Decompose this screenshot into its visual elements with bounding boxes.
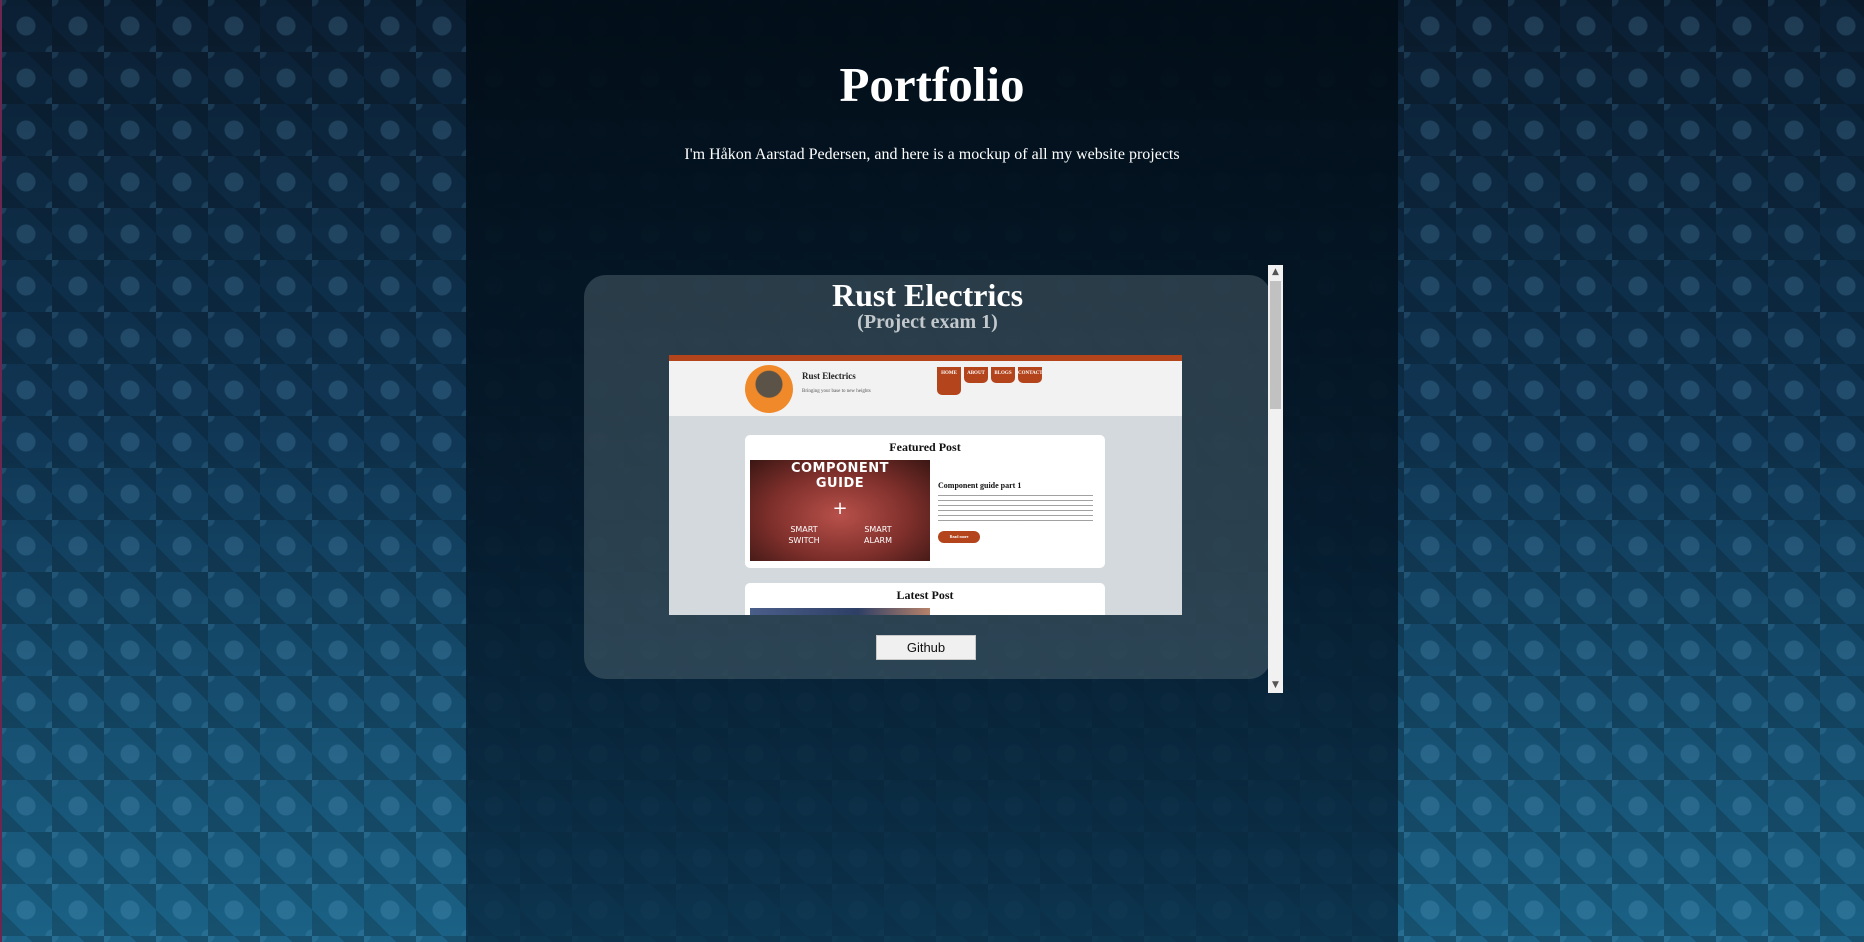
scroll-down-icon[interactable]: ▼: [1268, 678, 1283, 693]
preview-latest-image: [750, 608, 930, 615]
project-subtitle: (Project exam 1): [857, 311, 998, 333]
preview-read-more-button: Read more: [938, 531, 980, 543]
project-preview-screenshot: Rust Electrics Bringing your base to new…: [669, 355, 1182, 615]
preview-featured-heading: Featured Post: [889, 440, 961, 454]
window-edge-line: [0, 0, 2, 942]
preview-latest-card: Latest Post: [745, 583, 1105, 615]
featured-image-left-line2: SWITCH: [788, 536, 820, 545]
preview-nav: HOME ABOUT BLOGS CONTACT: [937, 367, 1043, 395]
projects-scrollbar[interactable]: ▲ ▼: [1268, 265, 1283, 693]
featured-image-title-line1: COMPONENT: [790, 461, 890, 476]
page-title: Portfolio: [839, 57, 1025, 112]
main-column: Portfolio I'm Håkon Aarstad Pedersen, an…: [466, 0, 1398, 942]
preview-nav-home: HOME: [937, 367, 961, 395]
preview-brand-name: Rust Electrics: [802, 371, 856, 381]
github-button[interactable]: Github: [876, 635, 976, 660]
featured-image-right-label: SMART ALARM: [848, 524, 908, 546]
preview-featured-post-title: Component guide part 1: [938, 481, 1022, 490]
featured-image-title-line2: GUIDE: [815, 476, 865, 491]
scroll-thumb[interactable]: [1270, 281, 1281, 409]
featured-image-right-line2: ALARM: [863, 536, 893, 545]
preview-featured-post-excerpt: [938, 495, 1093, 525]
featured-image-left-line1: SMART: [790, 525, 818, 534]
preview-nav-blogs: BLOGS: [991, 367, 1015, 383]
project-title: Rust Electrics: [831, 277, 1024, 313]
featured-image-right-line1: SMART: [864, 525, 892, 534]
preview-latest-heading: Latest Post: [896, 588, 954, 602]
preview-logo-avatar: [745, 365, 793, 413]
featured-image-left-label: SMART SWITCH: [774, 524, 834, 546]
featured-image-plus: +: [832, 498, 848, 519]
preview-featured-card: Featured Post COMPONENT GUIDE + SMART SW…: [745, 435, 1105, 568]
preview-nav-about: ABOUT: [964, 367, 988, 383]
preview-featured-image: COMPONENT GUIDE + SMART SWITCH SMART ALA…: [750, 460, 930, 561]
preview-nav-contact: CONTACT: [1018, 367, 1043, 383]
preview-header: Rust Electrics Bringing your base to new…: [669, 361, 1182, 416]
page-subtitle: I'm Håkon Aarstad Pedersen, and here is …: [684, 146, 1180, 163]
project-card: Rust Electrics (Project exam 1) Rust Ele…: [584, 275, 1271, 679]
featured-image-title: COMPONENT GUIDE: [750, 461, 930, 491]
preview-tagline: Bringing your base to new heights: [802, 389, 871, 394]
scroll-up-icon[interactable]: ▲: [1268, 265, 1283, 280]
